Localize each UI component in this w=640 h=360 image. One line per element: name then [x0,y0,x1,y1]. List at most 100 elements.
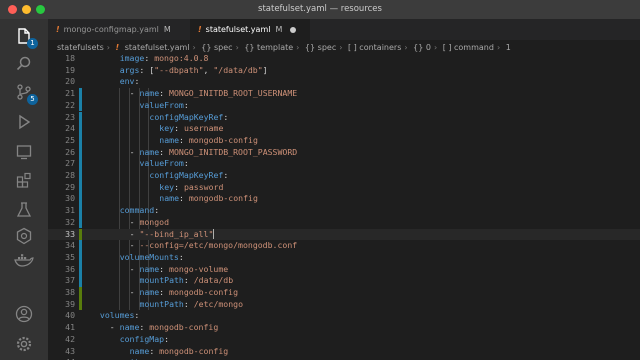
code-text: - mongod [130,217,169,229]
yaml-punctuation: : [144,55,155,63]
code-line[interactable]: 39 mountPath: /etc/mongo [48,298,640,311]
run-debug-icon[interactable] [12,111,36,133]
code-line[interactable]: 34 - --config=/etc/mongo/mongodb.conf [48,240,640,252]
yaml-punctuation: : [154,205,160,216]
tab-mongo-configmap[interactable]: ! mongo-configmap.yaml M [48,19,188,40]
code-text: - name: MONGO_INITDB_ROOT_PASSWORD [130,147,298,159]
yaml-value: mongodb-config [149,322,219,333]
gutter-added-marker[interactable] [79,298,82,311]
breadcrumb-spec[interactable]: {} spec [201,43,232,52]
code-line[interactable]: 32 - mongod [48,216,640,229]
tab-statefulset[interactable]: ! statefulset.yaml M [190,19,310,40]
yaml-key: name [139,287,160,297]
code-line[interactable]: 33 - "--bind_ip_all" [48,228,640,241]
unsaved-dot-icon[interactable] [290,26,297,33]
gutter-modified-marker[interactable] [79,263,82,276]
docker-icon[interactable] [12,249,36,271]
line-number: 26 [65,146,75,157]
breadcrumb-index[interactable]: {} 0 [413,43,431,52]
gutter-modified-marker[interactable] [79,205,82,217]
gutter-modified-marker[interactable] [79,111,82,124]
line-number: 30 [65,193,75,204]
breadcrumb-command[interactable]: [ ] command [443,43,494,52]
code-line[interactable]: 22 valueFrom: [48,99,640,112]
search-icon[interactable] [12,53,36,75]
yaml-value: mongodb-config [188,134,258,145]
testing-icon[interactable] [12,199,36,221]
code-text: key: password [159,182,223,194]
gutter-modified-marker[interactable] [79,181,82,194]
code-line[interactable]: 26 - name: MONGO_INITDB_ROOT_PASSWORD [48,146,640,159]
minimize-window-button[interactable] [22,5,31,14]
code-text: - name: mongodb-config [110,322,218,334]
gutter-modified-marker[interactable] [79,134,82,147]
code-text: name: mongodb-config [159,135,258,147]
yaml-punctuation: : [159,287,170,297]
code-line[interactable]: 42 configMap: [48,334,640,346]
breadcrumb-folder[interactable]: statefulsets [57,43,104,52]
code-line[interactable]: 19 args: ["--dbpath", "/data/db"] [48,65,640,77]
code-line[interactable]: 24 key: username [48,123,640,135]
gutter-added-marker[interactable] [79,287,82,299]
code-line[interactable]: 21 - name: MONGO_INITDB_ROOT_USERNAME [48,88,640,100]
code-line[interactable]: 40 volumes: [48,310,640,322]
breadcrumb-spec-inner[interactable]: {} spec [305,43,336,52]
code-line[interactable]: 29 key: password [48,181,640,194]
line-number: 37 [65,275,75,286]
remote-explorer-icon[interactable] [12,141,36,163]
code-line[interactable]: 31 command: [48,205,640,217]
kubernetes-icon[interactable] [12,225,36,247]
gutter-modified-marker[interactable] [79,193,82,206]
code-line[interactable]: 35 volumeMounts: [48,251,640,264]
code-line[interactable]: 18 image: mongo:4.0.8 [48,55,640,65]
extensions-icon[interactable] [12,169,36,191]
code-text: image: mongo:4.0.8 [120,55,209,65]
code-line[interactable]: 30 name: mongodb-config [48,193,640,206]
gutter-modified-marker[interactable] [79,275,82,287]
code-editor[interactable]: 18 image: mongo:4.0.8 19 args: ["--dbpath",… [48,55,640,360]
code-text: volumeMounts: [120,252,184,264]
code-line[interactable]: 20 env: [48,76,640,88]
yaml-punctuation: : [134,76,140,87]
breadcrumb-containers[interactable]: [ ] containers [348,43,401,52]
breadcrumb-item[interactable]: 1 [506,43,511,52]
source-control-icon[interactable]: 5 [12,81,38,105]
breadcrumb-template[interactable]: {} template [244,43,293,52]
yaml-value: mongo-volume [169,263,229,274]
yaml-punctuation: - [129,228,140,239]
yaml-punctuation: : [139,322,150,333]
gutter-modified-marker[interactable] [79,99,82,112]
code-line[interactable]: 41 - name: mongodb-config [48,322,640,334]
code-line[interactable]: 25 name: mongodb-config [48,134,640,147]
code-line[interactable]: 28 configMapKeyRef: [48,170,640,182]
code-line[interactable]: 36 - name: mongo-volume [48,263,640,276]
breadcrumb: statefulsets › ! statefulset.yaml › {} spe… [48,40,640,55]
gutter-modified-marker[interactable] [79,123,82,135]
maximize-window-button[interactable] [36,5,45,14]
code-text: - name: MONGO_INITDB_ROOT_USERNAME [130,88,298,100]
gutter-modified-marker[interactable] [79,216,82,229]
explorer-icon[interactable]: 1 [12,25,38,49]
breadcrumb-file[interactable]: statefulset.yaml [125,43,190,52]
gutter-modified-marker[interactable] [79,158,82,170]
code-text: configMapKeyRef: [149,170,228,182]
code-line[interactable]: 37 mountPath: /data/db [48,275,640,287]
code-text: command: [120,205,159,217]
gutter-modified-marker[interactable] [79,146,82,159]
yaml-punctuation: - [129,240,140,251]
gear-icon[interactable] [12,333,36,355]
code-line[interactable]: 27 valueFrom: [48,158,640,170]
gutter-modified-marker[interactable] [79,170,82,182]
line-number: 21 [65,88,75,99]
gutter-modified-marker[interactable] [79,240,82,252]
gutter-modified-marker[interactable] [79,251,82,264]
close-window-button[interactable] [8,5,17,14]
code-line[interactable]: 38 - name: mongodb-config [48,287,640,299]
yaml-key: mountPath [139,275,184,286]
gutter-added-marker[interactable] [79,228,82,241]
gutter-modified-marker[interactable] [79,88,82,100]
line-number: 33 [65,228,75,239]
code-line[interactable]: 43 name: mongodb-config [48,346,640,358]
account-icon[interactable] [12,303,36,325]
code-line[interactable]: 23 configMapKeyRef: [48,111,640,124]
